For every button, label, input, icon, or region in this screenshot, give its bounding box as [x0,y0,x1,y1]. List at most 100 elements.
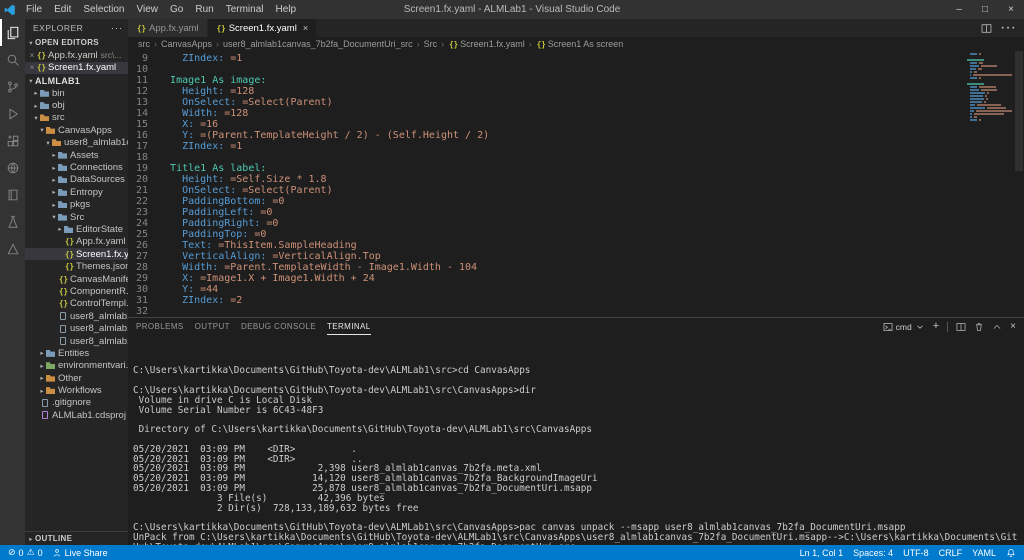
tree-item[interactable]: ▾ src [25,112,128,124]
tree-item[interactable]: ▸ Entities [25,347,128,359]
language-mode[interactable]: YAML [972,548,996,558]
minimize-icon[interactable]: – [946,0,972,19]
open-editor-item[interactable]: × {} App.fx.yaml src\... [25,49,128,62]
breadcrumb-item[interactable]: {} Screen1 As screen › [536,39,624,49]
menu-item[interactable]: Terminal [220,4,270,15]
code-line[interactable]: 17 ZIndex:=1 [128,141,1024,152]
code-line[interactable]: 9 ZIndex:=1 [128,53,1024,64]
panel-tab[interactable]: PROBLEMS [136,318,184,335]
minimap[interactable] [964,53,1012,125]
menu-item[interactable]: Help [270,4,303,15]
run-and-debug-icon[interactable] [0,100,25,127]
menu-item[interactable]: Run [189,4,219,15]
tree-item[interactable]: ▾ Src [25,211,128,223]
code-line[interactable]: 31 ZIndex:=2 [128,295,1024,306]
split-editor-icon[interactable] [981,23,992,34]
tree-item[interactable]: ALMLab1.cdsproj [25,409,128,421]
tree-item[interactable]: {} CanvasManife... [25,273,128,285]
maximize-panel-icon[interactable] [992,322,1002,332]
tree-item[interactable]: {} Themes.json [25,260,128,272]
panel-tab[interactable]: OUTPUT [195,318,230,335]
menu-item[interactable]: Selection [77,4,130,15]
eol-sequence[interactable]: CRLF [939,548,963,558]
code-line[interactable]: 16 Y:=(Parent.TemplateHeight / 2) - (Sel… [128,130,1024,141]
tree-item[interactable]: ▸ Entropy [25,186,128,198]
code-line[interactable]: 27 VerticalAlign:=VerticalAlign.Top [128,251,1024,262]
code-line[interactable]: 29 X:=Image1.X + Image1.Width + 24 [128,273,1024,284]
more-actions-icon[interactable]: ··· [1000,19,1016,37]
maximize-icon[interactable]: □ [972,0,998,19]
notifications-bell-icon[interactable] [1006,548,1016,558]
cursor-position[interactable]: Ln 1, Col 1 [800,548,844,558]
close-icon[interactable]: × [28,51,36,60]
code-line[interactable]: 24 PaddingRight:=0 [128,218,1024,229]
terminal[interactable]: C:\Users\kartikka\Documents\GitHub\Toyot… [128,335,1024,545]
problems-status[interactable]: ⊘ 0 ⚠ 0 [8,548,43,558]
editor-scrollbar[interactable] [1014,51,1024,317]
live-share-status[interactable]: Live Share [52,548,108,558]
code-line[interactable]: 11 Image1 As image: [128,75,1024,86]
tree-item[interactable]: user8_almlab1c... [25,322,128,334]
tree-item[interactable]: ▸ pkgs [25,199,128,211]
tree-item[interactable]: ▸ Connections [25,161,128,173]
tree-item[interactable]: .gitignore [25,397,128,409]
tree-item[interactable]: ▸ environmentvari... [25,360,128,372]
shell-selector[interactable]: cmd [883,322,925,332]
tree-item[interactable]: user8_almlab1c... [25,335,128,347]
code-line[interactable]: 32 [128,306,1024,317]
code-line[interactable]: 22 PaddingBottom:=0 [128,196,1024,207]
menu-item[interactable]: View [131,4,165,15]
code-line[interactable]: 13 OnSelect:=Select(Parent) [128,97,1024,108]
code-line[interactable]: 19 Title1 As label: [128,163,1024,174]
panel-tab[interactable]: TERMINAL [327,318,371,335]
tree-item[interactable]: {} App.fx.yaml [25,236,128,248]
editor-tab[interactable]: {} Screen1.fx.yaml × [208,19,317,37]
editor-tab[interactable]: {} App.fx.yaml × [128,19,208,37]
code-line[interactable]: 10 [128,64,1024,75]
menu-item[interactable]: Go [164,4,189,15]
tree-item[interactable]: ▸ obj [25,99,128,111]
code-line[interactable]: 20 Height:=Self.Size * 1.8 [128,174,1024,185]
scrollbar-thumb[interactable] [1015,51,1023,171]
breadcrumb-item[interactable]: CanvasApps › [161,39,223,49]
menu-item[interactable]: File [20,4,48,15]
tree-item[interactable]: ▾ user8_almlab1c... [25,137,128,149]
tree-item[interactable]: {} ComponentR... [25,285,128,297]
code-line[interactable]: 12 Height:=128 [128,86,1024,97]
panel-tab[interactable]: DEBUG CONSOLE [241,318,316,335]
breadcrumb-item[interactable]: src › [138,39,161,49]
tree-item[interactable]: {} Screen1.fx.y... [25,248,128,260]
breadcrumb-item[interactable]: user8_almlab1canvas_7b2fa_DocumentUri_sr… [223,39,424,49]
open-editor-item[interactable]: × {} Screen1.fx.yaml [25,62,128,75]
close-icon[interactable]: × [303,23,308,33]
docs-icon[interactable] [0,181,25,208]
code-line[interactable]: 14 Width:=128 [128,108,1024,119]
tree-item[interactable]: user8_almlab1c... [25,310,128,322]
power-platform-icon[interactable] [0,235,25,262]
source-control-icon[interactable] [0,73,25,100]
tree-item[interactable]: ▾ CanvasApps [25,124,128,136]
open-editors-header[interactable]: ▾ OPEN EDITORS [25,36,128,49]
tree-item[interactable]: ▸ Workflows [25,384,128,396]
more-actions-icon[interactable]: ··· [111,23,123,33]
tree-item[interactable]: ▸ Assets [25,149,128,161]
extensions-icon[interactable] [0,127,25,154]
code-editor[interactable]: 9 ZIndex:=1 10 11 Image1 As image: [128,51,1024,317]
tree-item[interactable]: ▸ Other [25,372,128,384]
explorer-icon[interactable] [0,19,25,46]
new-terminal-icon[interactable]: + [933,321,939,332]
code-line[interactable]: 30 Y:=44 [128,284,1024,295]
split-terminal-icon[interactable] [956,322,966,332]
menu-item[interactable]: Edit [48,4,77,15]
indentation[interactable]: Spaces: 4 [853,548,893,558]
breadcrumb-item[interactable]: Src › [424,39,449,49]
tree-root[interactable]: ▾ ALMLAB1 [25,74,128,87]
tree-item[interactable]: ▸ bin [25,87,128,99]
code-line[interactable]: 15 X:=16 [128,119,1024,130]
tree-item[interactable]: ▸ EditorState [25,223,128,235]
close-window-icon[interactable]: × [998,0,1024,19]
code-line[interactable]: 25 PaddingTop:=0 [128,229,1024,240]
close-icon[interactable]: × [28,63,36,72]
code-line[interactable]: 21 OnSelect:=Select(Parent) [128,185,1024,196]
kill-terminal-icon[interactable] [974,322,984,332]
